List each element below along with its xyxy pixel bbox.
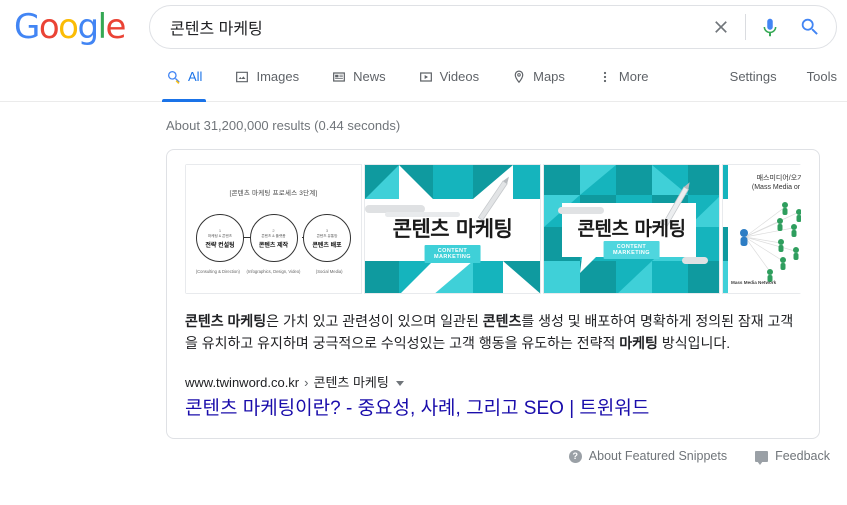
microphone-icon: [763, 18, 777, 37]
results-area: About 31,200,000 results (0.44 seconds) …: [0, 102, 847, 465]
voice-search-button[interactable]: [750, 5, 790, 49]
search-input[interactable]: [150, 7, 701, 47]
tools-button[interactable]: Tools: [807, 69, 837, 85]
search-submit-button[interactable]: [790, 5, 830, 49]
thumb2-subtitle: CONTENT MARKETING: [424, 245, 481, 263]
tab-label: More: [618, 69, 649, 84]
breadcrumb-separator: ›: [304, 375, 309, 390]
thumb2-title: 콘텐츠 마케팅: [392, 217, 513, 241]
snippet-footer: ? About Featured Snippets Feedback: [166, 449, 838, 465]
step-sub: 콘텐츠 유통망: [316, 233, 338, 238]
settings-button[interactable]: Settings: [730, 69, 777, 85]
step-title: 콘텐츠 제작: [258, 242, 289, 249]
tab-images[interactable]: Images: [234, 55, 315, 102]
thumb3-subtitle: CONTENT MARKETING: [603, 241, 660, 259]
logo-letter-l: l: [97, 7, 107, 47]
result-title-link[interactable]: 콘텐츠 마케팅이란? - 중요성, 사례, 그리고 SEO | 트윈워드: [185, 396, 801, 422]
tab-label: News: [353, 69, 386, 84]
google-logo[interactable]: Google: [14, 7, 127, 47]
snippet-thumbnail[interactable]: 매스미디어/오가닉 미 (Mass Media or Organi: [722, 164, 801, 294]
step-title: 콘텐츠 배포: [312, 242, 342, 249]
tab-all[interactable]: All: [161, 55, 218, 102]
feedback-label: Feedback: [775, 449, 830, 463]
search-icon: [166, 69, 182, 85]
logo-letter-e: e: [105, 7, 127, 47]
search-tabs: All Images News Videos Maps More: [161, 55, 681, 102]
tab-label: Maps: [533, 69, 565, 84]
image-icon: [234, 69, 250, 85]
step-number: 3: [325, 227, 329, 233]
logo-letter-o2: o: [58, 7, 79, 47]
step-number: 1: [218, 227, 222, 233]
feedback-link[interactable]: Feedback: [755, 449, 830, 465]
feedback-icon: [755, 450, 769, 465]
about-featured-snippets-link[interactable]: ? About Featured Snippets: [568, 449, 728, 463]
snippet-thumbnail[interactable]: [콘텐츠 마케팅 프로세스 3단계] 1 마케팅 & 콘텐츠 전략 컨설팅 2 …: [185, 164, 362, 294]
result-stats: About 31,200,000 results (0.44 seconds): [166, 118, 401, 133]
about-featured-snippets-label: About Featured Snippets: [588, 449, 728, 463]
featured-snippet-card: [콘텐츠 마케팅 프로세스 3단계] 1 마케팅 & 콘텐츠 전략 컨설팅 2 …: [166, 149, 820, 439]
step-sub: 콘텐츠 & 플랫폼: [261, 233, 286, 238]
step-footer: (Social Media): [315, 269, 343, 274]
result-breadcrumb[interactable]: 콘텐츠 마케팅: [313, 374, 388, 392]
step-footer: (Consulting & Direction): [195, 269, 240, 274]
snippet-text-plain: 은 가치 있고 관련성이 있으며 일관된: [266, 313, 483, 329]
snippet-image-strip: [콘텐츠 마케팅 프로세스 3단계] 1 마케팅 & 콘텐츠 전략 컨설팅 2 …: [185, 164, 801, 294]
close-icon: [715, 21, 727, 33]
thumb4-network-graph: [740, 202, 801, 282]
help-circle-icon: ?: [568, 449, 582, 463]
thumb1-caption: [콘텐츠 마케팅 프로세스 3단계]: [229, 190, 318, 197]
page-header: Google: [0, 0, 847, 55]
step-footer: (Infographics, Design, Video): [246, 269, 301, 274]
logo-letter-g: g: [77, 7, 99, 47]
nav-right-actions: Settings Tools: [730, 69, 837, 85]
thumb4-caption-left: Mass Media Network: [731, 280, 777, 285]
tab-label: Videos: [439, 69, 480, 84]
search-divider: [745, 14, 746, 40]
thumb3-title: 콘텐츠 마케팅: [577, 218, 687, 240]
search-nav: All Images News Videos Maps More Setting…: [0, 55, 847, 102]
snippet-thumbnail[interactable]: 콘텐츠 마케팅 CONTENT MARKETING: [364, 164, 541, 294]
tab-maps[interactable]: Maps: [511, 55, 581, 102]
step-sub: 마케팅 & 콘텐츠: [207, 233, 233, 238]
tab-videos[interactable]: Videos: [418, 55, 496, 102]
clear-search-button[interactable]: [701, 5, 741, 49]
logo-letter-G: G: [14, 7, 40, 47]
snippet-text-plain: 방식입니다.: [657, 335, 731, 351]
more-vert-icon: [597, 69, 613, 85]
logo-letter-o1: o: [38, 7, 60, 47]
step-number: 2: [272, 227, 275, 233]
snippet-text-bold: 마케팅: [619, 335, 658, 351]
tab-more[interactable]: More: [597, 55, 665, 102]
tab-news[interactable]: News: [331, 55, 402, 102]
snippet-paragraph: 콘텐츠 마케팅은 가치 있고 관련성이 있으며 일관된 콘텐츠를 생성 및 배포…: [185, 310, 801, 354]
snippet-thumbnail[interactable]: 콘텐츠 마케팅 CONTENT MARKETING: [543, 164, 720, 294]
thumb1-step: 2 콘텐츠 & 플랫폼 콘텐츠 제작: [249, 214, 298, 262]
news-icon: [331, 69, 347, 85]
thumb1-step: 1 마케팅 & 콘텐츠 전략 컨설팅: [196, 214, 244, 262]
thumb2-subtitle-line2: MARKETING: [434, 254, 471, 260]
tab-label: All: [188, 69, 203, 84]
thumb1-step: 3 콘텐츠 유통망 콘텐츠 배포: [303, 214, 351, 262]
tab-label: Images: [256, 69, 300, 84]
snippet-text-bold: 콘텐츠: [482, 313, 522, 329]
search-bar[interactable]: [149, 5, 837, 49]
chevron-down-icon[interactable]: [395, 380, 404, 386]
step-title: 전략 컨설팅: [205, 242, 235, 249]
snippet-text-bold: 콘텐츠 마케팅: [185, 313, 267, 329]
search-icon: [801, 18, 818, 35]
result-url-line: www.twinword.co.kr › 콘텐츠 마케팅: [185, 374, 801, 392]
map-pin-icon: [511, 69, 527, 85]
result-domain[interactable]: www.twinword.co.kr: [185, 374, 299, 392]
video-icon: [418, 69, 434, 85]
thumb3-subtitle-line2: MARKETING: [613, 250, 650, 256]
